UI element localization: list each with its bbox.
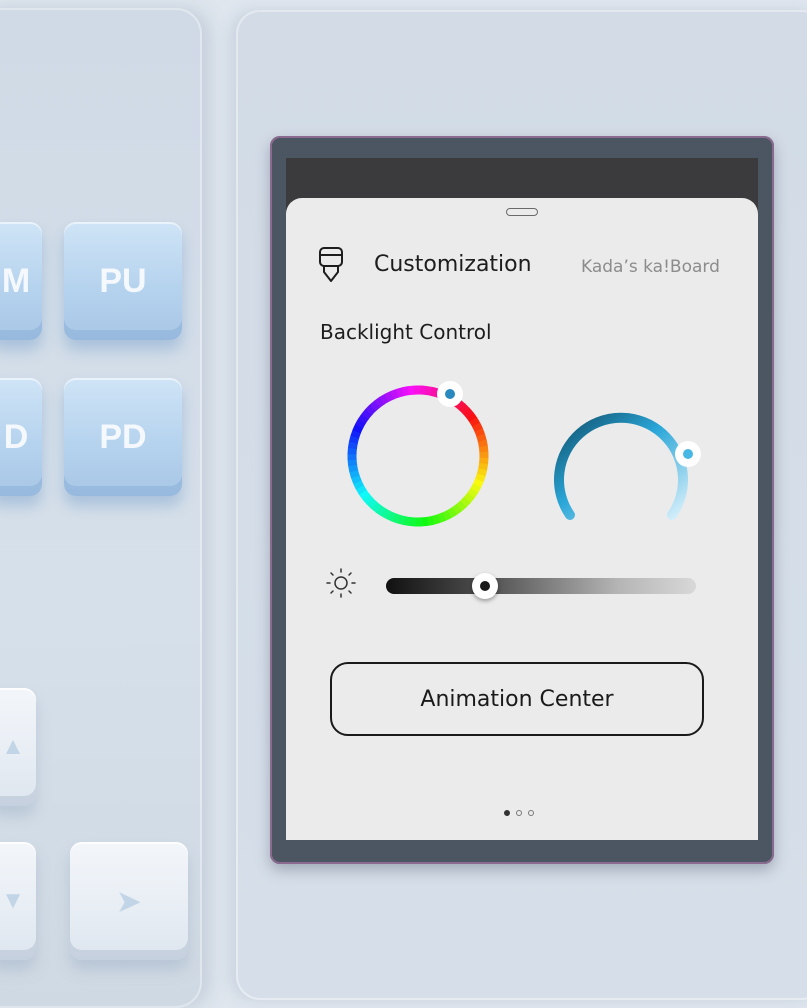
backlight-controls xyxy=(347,381,701,527)
key-arrow-up[interactable]: ▲ xyxy=(0,688,36,806)
brightness-slider-thumb[interactable] xyxy=(472,573,499,599)
hue-knob[interactable] xyxy=(437,381,463,407)
pagination-dot[interactable] xyxy=(528,810,534,816)
drag-handle[interactable] xyxy=(506,208,538,216)
key-page-up[interactable]: PU xyxy=(64,222,182,340)
key-end[interactable]: D xyxy=(0,378,42,496)
section-title: Backlight Control xyxy=(320,320,492,344)
hue-color-wheel[interactable] xyxy=(347,385,489,527)
saturation-arc[interactable] xyxy=(554,412,688,520)
key-arrow-down[interactable]: ▼ xyxy=(0,842,36,960)
saturation-knob[interactable] xyxy=(675,441,701,467)
pagination-dot[interactable] xyxy=(504,810,510,816)
brightness-slider[interactable] xyxy=(386,573,696,599)
brightness-icon xyxy=(326,568,356,598)
key-m[interactable]: M xyxy=(0,222,42,340)
device-name-label: Kada’s ka!Board xyxy=(581,257,720,277)
key-arrow-right[interactable]: ➤ xyxy=(70,842,188,960)
pagination-dots xyxy=(504,810,534,816)
customization-icon xyxy=(319,247,343,282)
page-title: Customization xyxy=(374,252,532,277)
key-page-down[interactable]: PD xyxy=(64,378,182,496)
pagination-dot[interactable] xyxy=(516,810,522,816)
customization-sheet: Customization Kada’s ka!Board Backlight … xyxy=(286,198,758,840)
animation-center-button[interactable]: Animation Center xyxy=(330,662,704,736)
